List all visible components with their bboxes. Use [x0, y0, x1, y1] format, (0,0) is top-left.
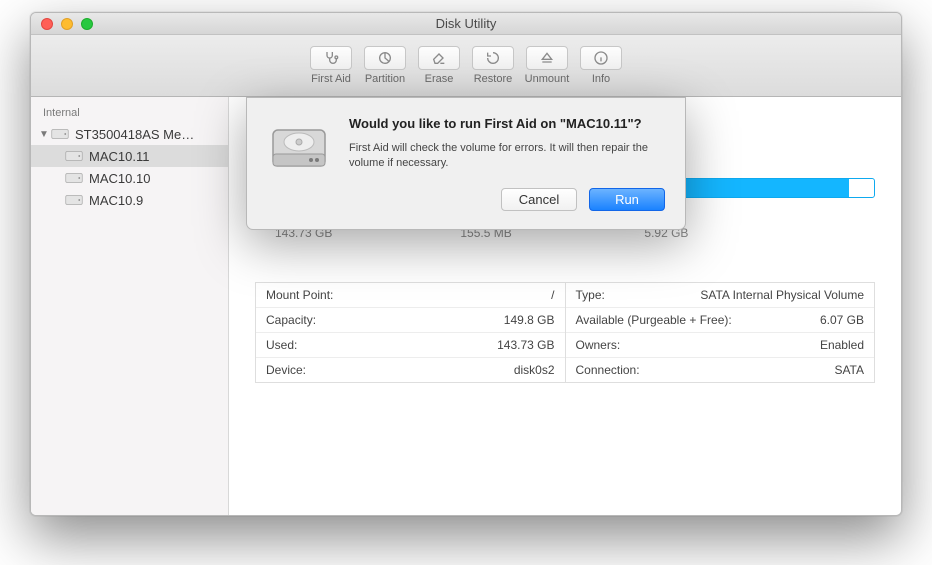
dialog-title: Would you like to run First Aid on "MAC1… [349, 116, 665, 133]
pie-icon [364, 46, 406, 70]
disk-utility-window: Disk Utility First Aid Partition Erase [30, 12, 902, 516]
window-title: Disk Utility [31, 16, 901, 31]
detail-value: SATA Internal Physical Volume [700, 288, 864, 302]
toolbar-label: Erase [425, 73, 454, 85]
cancel-button[interactable]: Cancel [501, 188, 577, 211]
dialog-actions: Cancel Run [349, 188, 665, 211]
toolbar-label: Info [592, 73, 610, 85]
erase-icon [418, 46, 460, 70]
hard-drive-icon [65, 193, 83, 207]
detail-col-left: Mount Point: / Capacity: 149.8 GB Used: 143… [256, 283, 566, 382]
detail-table: Mount Point: / Capacity: 149.8 GB Used: 143… [255, 282, 875, 383]
sidebar-disk[interactable]: ▼ ST3500418AS Me… [31, 123, 228, 145]
hard-drive-large-icon [267, 116, 331, 180]
toolbar-erase[interactable]: Erase [413, 46, 465, 85]
sidebar-volume-label: MAC10.11 [89, 149, 149, 164]
sidebar-volume-label: MAC10.9 [89, 193, 143, 208]
toolbar-label: First Aid [311, 73, 351, 85]
toolbar-label: Partition [365, 73, 405, 85]
eject-icon [526, 46, 568, 70]
table-row: Available (Purgeable + Free): 6.07 GB [566, 308, 875, 333]
toolbar: First Aid Partition Erase Restore Unmoun… [31, 35, 901, 97]
run-button[interactable]: Run [589, 188, 665, 211]
sidebar-volume-mac10-11[interactable]: MAC10.11 [31, 145, 228, 167]
sidebar: Internal ▼ ST3500418AS Me… MAC10.11 MAC1… [31, 97, 229, 515]
sidebar-disk-label: ST3500418AS Me… [75, 127, 194, 142]
detail-key: Mount Point: [266, 288, 333, 302]
info-icon [580, 46, 622, 70]
toolbar-partition[interactable]: Partition [359, 46, 411, 85]
table-row: Device: disk0s2 [256, 358, 565, 382]
dialog-description: First Aid will check the volume for erro… [349, 141, 665, 172]
detail-value: disk0s2 [514, 363, 555, 377]
detail-key: Type: [576, 288, 605, 302]
toolbar-label: Unmount [525, 73, 570, 85]
table-row: Type: SATA Internal Physical Volume [566, 283, 875, 308]
first-aid-confirm-dialog: Would you like to run First Aid on "MAC1… [246, 97, 686, 230]
table-row: Used: 143.73 GB [256, 333, 565, 358]
detail-value: Enabled [820, 338, 864, 352]
detail-value: 149.8 GB [504, 313, 555, 327]
table-row: Connection: SATA [566, 358, 875, 382]
detail-key: Capacity: [266, 313, 316, 327]
detail-value: SATA [834, 363, 864, 377]
detail-key: Owners: [576, 338, 621, 352]
hard-drive-icon [65, 149, 83, 163]
titlebar: Disk Utility [31, 13, 901, 35]
restore-icon [472, 46, 514, 70]
table-row: Owners: Enabled [566, 333, 875, 358]
dialog-body: Would you like to run First Aid on "MAC1… [349, 116, 665, 211]
detail-key: Device: [266, 363, 306, 377]
toolbar-restore[interactable]: Restore [467, 46, 519, 85]
detail-key: Available (Purgeable + Free): [576, 313, 732, 327]
table-row: Mount Point: / [256, 283, 565, 308]
hard-drive-icon [51, 127, 69, 141]
toolbar-unmount[interactable]: Unmount [521, 46, 573, 85]
detail-key: Used: [266, 338, 297, 352]
sidebar-volume-mac10-10[interactable]: MAC10.10 [31, 167, 228, 189]
detail-value: 6.07 GB [820, 313, 864, 327]
sidebar-volume-mac10-9[interactable]: MAC10.9 [31, 189, 228, 211]
hard-drive-icon [65, 171, 83, 185]
toolbar-label: Restore [474, 73, 513, 85]
toolbar-info[interactable]: Info [575, 46, 627, 85]
disclosure-triangle-icon[interactable]: ▼ [39, 129, 49, 140]
sidebar-volume-label: MAC10.10 [89, 171, 150, 186]
detail-key: Connection: [576, 363, 640, 377]
sidebar-section-header: Internal [31, 103, 228, 123]
detail-value: 143.73 GB [497, 338, 554, 352]
detail-col-right: Type: SATA Internal Physical Volume Avail… [566, 283, 875, 382]
table-row: Capacity: 149.8 GB [256, 308, 565, 333]
toolbar-first-aid[interactable]: First Aid [305, 46, 357, 85]
stethoscope-icon [310, 46, 352, 70]
usage-free-segment [849, 179, 874, 197]
detail-value: / [551, 288, 554, 302]
